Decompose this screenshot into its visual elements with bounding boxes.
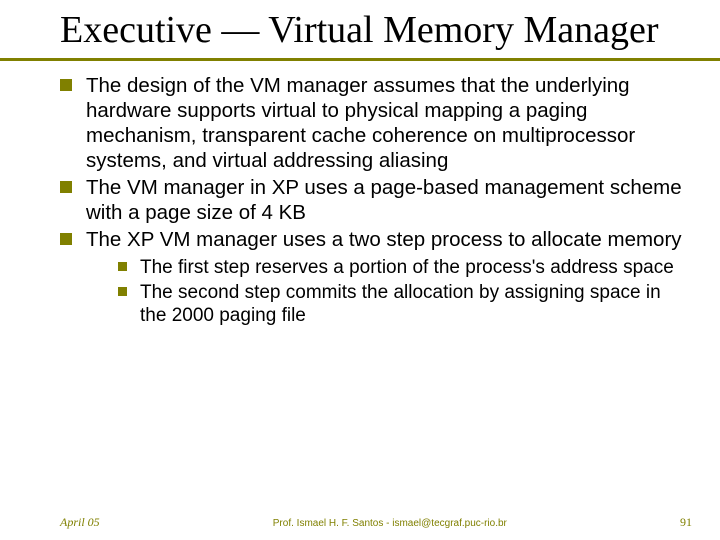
list-item: The VM manager in XP uses a page-based m… [60, 175, 692, 225]
footer: April 05 Prof. Ismael H. F. Santos - ism… [0, 515, 720, 530]
bullet-list: The design of the VM manager assumes tha… [60, 73, 692, 328]
slide: Executive — Virtual Memory Manager The d… [0, 0, 720, 540]
slide-title: Executive — Virtual Memory Manager [60, 10, 692, 52]
footer-date: April 05 [60, 515, 100, 530]
title-underline [0, 58, 720, 61]
sub-bullet-text: The first step reserves a portion of the… [140, 257, 674, 278]
sub-bullet-list: The first step reserves a portion of the… [86, 256, 692, 328]
list-item: The first step reserves a portion of the… [118, 256, 692, 279]
list-item: The XP VM manager uses a two step proces… [60, 227, 692, 328]
bullet-text: The XP VM manager uses a two step proces… [86, 228, 682, 251]
list-item: The second step commits the allocation b… [118, 281, 692, 327]
bullet-text: The design of the VM manager assumes tha… [86, 74, 635, 172]
sub-bullet-text: The second step commits the allocation b… [140, 282, 661, 326]
list-item: The design of the VM manager assumes tha… [60, 73, 692, 173]
footer-pagenum: 91 [680, 515, 692, 530]
footer-author: Prof. Ismael H. F. Santos - ismael@tecgr… [273, 518, 507, 529]
bullet-text: The VM manager in XP uses a page-based m… [86, 176, 682, 224]
